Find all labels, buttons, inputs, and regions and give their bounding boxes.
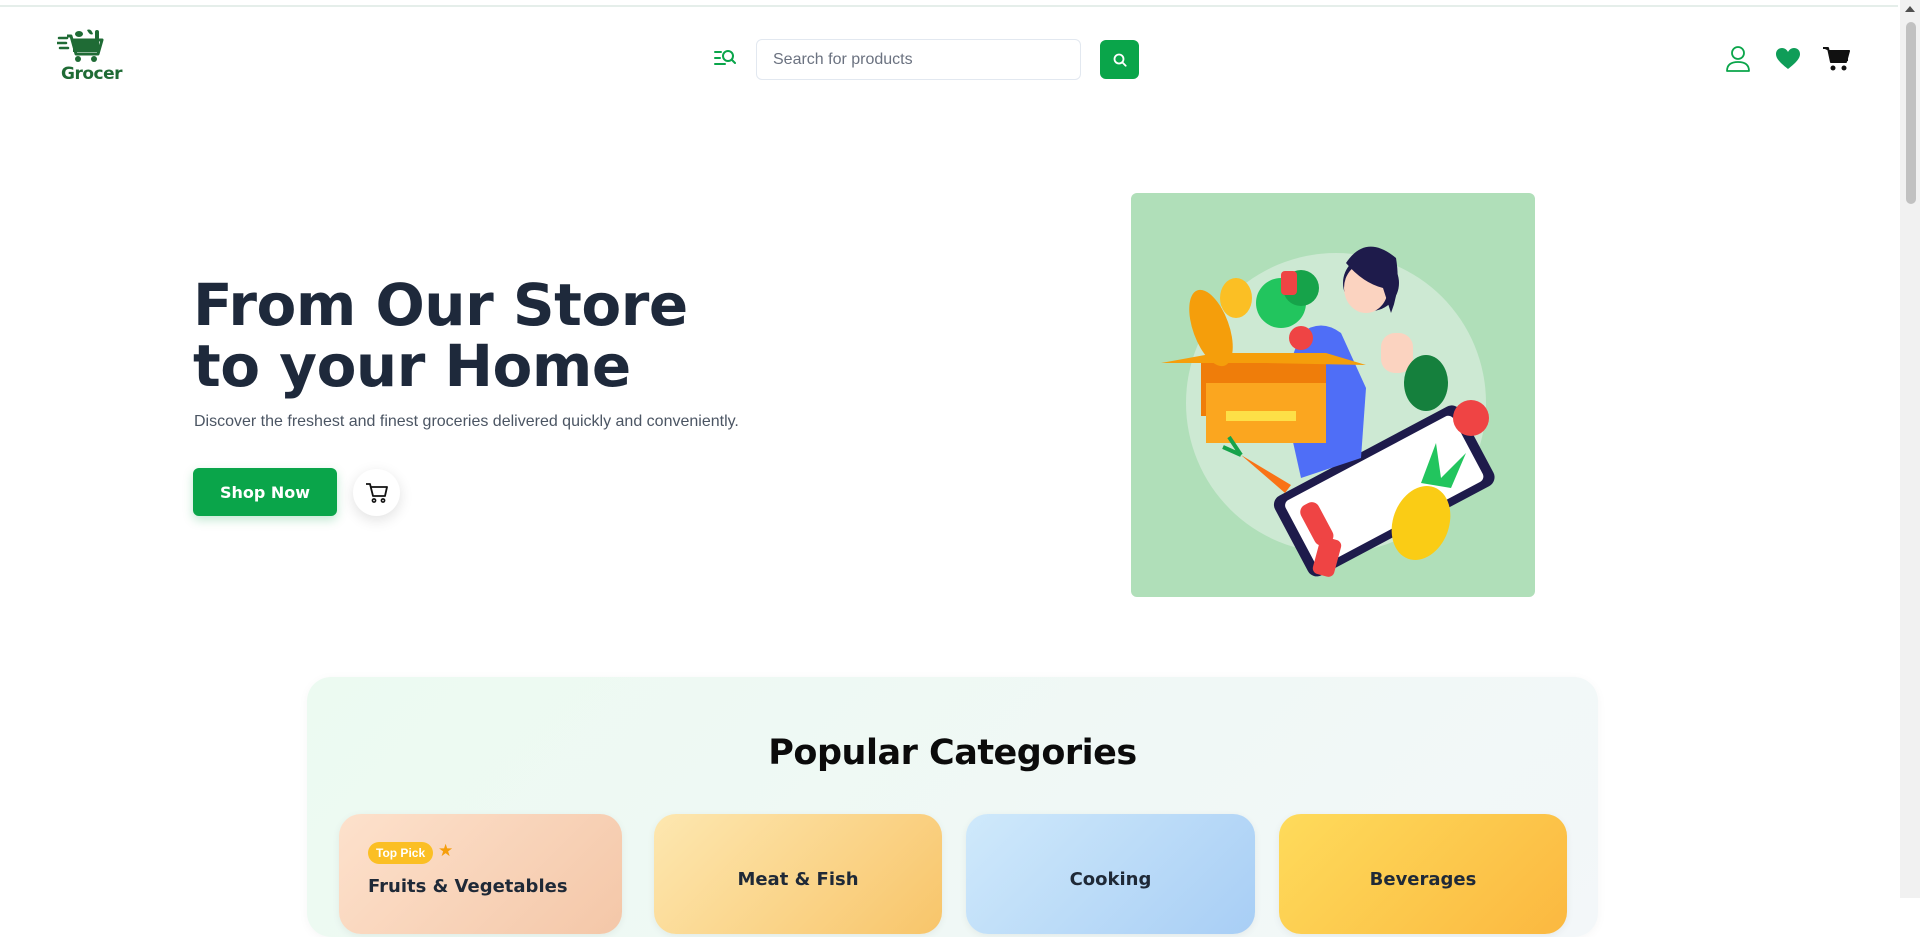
hero-cart-button[interactable]: [353, 469, 400, 516]
hero-title-line2: to your Home: [193, 332, 631, 400]
category-card-cooking[interactable]: Cooking: [966, 814, 1255, 934]
category-label: Beverages: [1369, 869, 1477, 890]
user-icon[interactable]: [1725, 45, 1751, 73]
categories-title: Popular Categories: [768, 733, 1137, 773]
star-icon: ★: [438, 841, 454, 860]
cart-outline-icon: [365, 482, 388, 503]
heart-icon[interactable]: [1775, 47, 1801, 71]
shop-now-button[interactable]: Shop Now: [193, 468, 337, 516]
category-label: Cooking: [1069, 869, 1152, 890]
category-label: Fruits & Vegetables: [368, 876, 568, 897]
grocer-logo[interactable]: Grocer: [55, 28, 123, 86]
page-scrollbar[interactable]: [1900, 0, 1920, 898]
top-pick-badge: Top Pick: [368, 842, 434, 864]
logo-text: Grocer: [61, 64, 123, 84]
top-border: [0, 0, 1898, 7]
filter-search-icon[interactable]: [714, 48, 736, 68]
category-card-beverages[interactable]: Beverages: [1279, 814, 1567, 934]
search-input[interactable]: [756, 39, 1081, 80]
cart-logo-icon: [57, 29, 104, 62]
search-button[interactable]: [1100, 40, 1139, 79]
scrollbar-thumb[interactable]: [1906, 22, 1916, 204]
popular-categories-section: Popular Categories Top Pick ★ Fruits & V…: [307, 677, 1598, 937]
search-icon: [1113, 53, 1127, 67]
category-label: Meat & Fish: [737, 869, 859, 890]
cart-icon[interactable]: [1822, 46, 1850, 72]
hero-title-line1: From Our Store: [193, 271, 688, 339]
hero-subtitle: Discover the freshest and finest groceri…: [194, 413, 739, 430]
scroll-up-arrow-icon[interactable]: [1905, 6, 1915, 12]
category-card-meat-fish[interactable]: Meat & Fish: [654, 814, 942, 934]
hero-illustration: [1131, 193, 1535, 597]
category-card-fruits-vegetables[interactable]: Top Pick ★ Fruits & Vegetables: [339, 814, 622, 934]
hero-title: From Our Store to your Home: [193, 275, 688, 397]
